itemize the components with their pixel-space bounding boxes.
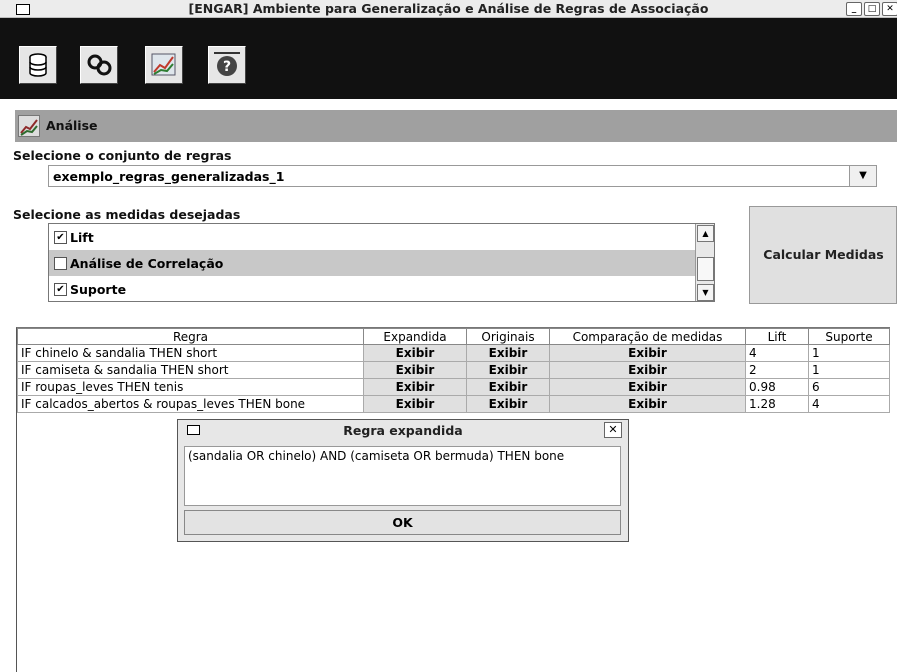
chevron-down-icon[interactable]: ▼ — [849, 166, 876, 186]
table-header-row: Regra Expandida Originais Comparação de … — [17, 328, 890, 345]
measure-item-lift[interactable]: ✔ Lift — [49, 224, 697, 250]
suporte-cell: 1 — [808, 361, 890, 379]
show-comparison-button[interactable]: Exibir — [549, 395, 746, 413]
database-icon — [29, 53, 47, 77]
main-window: [ENGAR] Ambiente para Generalização e An… — [0, 0, 897, 672]
show-expanded-button[interactable]: Exibir — [363, 361, 467, 379]
calculate-measures-button[interactable]: Calcular Medidas — [749, 206, 897, 304]
show-comparison-button[interactable]: Exibir — [549, 361, 746, 379]
expanded-rule-text: (sandalia OR chinelo) AND (camiseta OR b… — [184, 446, 621, 506]
lift-cell: 2 — [745, 361, 809, 379]
rule-cell: IF camiseta & sandalia THEN short — [17, 361, 364, 379]
minimize-button[interactable]: _ — [846, 2, 862, 16]
table-row: IF chinelo & sandalia THEN short Exibir … — [17, 344, 890, 362]
database-tool-button[interactable] — [19, 46, 57, 84]
scroll-up-icon[interactable]: ▲ — [697, 225, 714, 242]
lift-cell: 4 — [745, 344, 809, 362]
correlation-checkbox[interactable] — [54, 257, 67, 270]
table-row: IF camiseta & sandalia THEN short Exibir… — [17, 361, 890, 379]
measure-label: Suporte — [70, 282, 127, 297]
scroll-thumb[interactable] — [697, 257, 714, 281]
toolbar: ? — [0, 18, 897, 99]
analysis-section-icon — [18, 115, 40, 137]
table-row: IF calcados_abertos & roupas_leves THEN … — [17, 395, 890, 413]
help-tool-button[interactable]: ? — [208, 46, 246, 84]
title-bar: [ENGAR] Ambiente para Generalização e An… — [0, 0, 897, 18]
ruleset-select[interactable]: exemplo_regras_generalizadas_1 ▼ — [48, 165, 877, 187]
calculate-measures-label: Calcular Medidas — [763, 247, 884, 262]
column-header-originais[interactable]: Originais — [466, 328, 550, 345]
show-originals-button[interactable]: Exibir — [466, 361, 550, 379]
show-originals-button[interactable]: Exibir — [466, 395, 550, 413]
rules-table: Regra Expandida Originais Comparação de … — [17, 328, 890, 413]
show-originals-button[interactable]: Exibir — [466, 378, 550, 396]
measure-label: Lift — [70, 230, 94, 245]
show-comparison-button[interactable]: Exibir — [549, 344, 746, 362]
suporte-checkbox[interactable]: ✔ — [54, 283, 67, 296]
close-button[interactable]: ✕ — [882, 2, 897, 16]
table-row: IF roupas_leves THEN tenis Exibir Exibir… — [17, 378, 890, 396]
column-header-comparacao[interactable]: Comparação de medidas — [549, 328, 746, 345]
help-icon: ? — [214, 52, 240, 76]
lift-checkbox[interactable]: ✔ — [54, 231, 67, 244]
scroll-down-icon[interactable]: ▼ — [697, 284, 714, 301]
show-expanded-button[interactable]: Exibir — [363, 395, 467, 413]
rule-cell: IF calcados_abertos & roupas_leves THEN … — [17, 395, 364, 413]
maximize-button[interactable]: □ — [864, 2, 880, 16]
svg-text:?: ? — [223, 59, 231, 75]
section-header: Análise — [15, 110, 897, 142]
ruleset-selected-value: exemplo_regras_generalizadas_1 — [53, 169, 285, 184]
ruleset-label: Selecione o conjunto de regras — [13, 148, 232, 163]
show-originals-button[interactable]: Exibir — [466, 344, 550, 362]
analysis-tool-button[interactable] — [145, 46, 183, 84]
measures-scrollbar[interactable]: ▲ ▼ — [695, 224, 714, 301]
column-header-suporte[interactable]: Suporte — [808, 328, 890, 345]
chain-link-icon — [87, 54, 112, 76]
chart-icon — [151, 53, 176, 76]
suporte-cell: 4 — [808, 395, 890, 413]
rule-cell: IF roupas_leves THEN tenis — [17, 378, 364, 396]
show-comparison-button[interactable]: Exibir — [549, 378, 746, 396]
close-icon[interactable]: ✕ — [604, 422, 622, 438]
lift-cell: 1.28 — [745, 395, 809, 413]
column-header-regra[interactable]: Regra — [17, 328, 364, 345]
window-title: [ENGAR] Ambiente para Generalização e An… — [188, 1, 709, 16]
measure-item-suporte[interactable]: ✔ Suporte — [49, 276, 697, 302]
generalize-tool-button[interactable] — [80, 46, 118, 84]
chart-icon — [20, 119, 38, 136]
section-title: Análise — [46, 118, 98, 133]
measures-label: Selecione as medidas desejadas — [13, 207, 241, 222]
measure-item-correlation[interactable]: Análise de Correlação — [49, 250, 697, 276]
ok-button[interactable]: OK — [184, 510, 621, 535]
column-header-expandida[interactable]: Expandida — [363, 328, 467, 345]
measure-label: Análise de Correlação — [70, 256, 224, 271]
lift-cell: 0.98 — [745, 378, 809, 396]
dialog-title: Regra expandida — [343, 423, 463, 438]
suporte-cell: 1 — [808, 344, 890, 362]
column-header-lift[interactable]: Lift — [745, 328, 809, 345]
suporte-cell: 6 — [808, 378, 890, 396]
show-expanded-button[interactable]: Exibir — [363, 378, 467, 396]
measures-list: ✔ Lift Análise de Correlação ✔ Suporte ▲… — [48, 223, 715, 302]
expanded-rule-dialog: Regra expandida ✕ (sandalia OR chinelo) … — [177, 419, 629, 542]
rule-cell: IF chinelo & sandalia THEN short — [17, 344, 364, 362]
dialog-title-bar[interactable]: Regra expandida ✕ — [178, 420, 628, 440]
show-expanded-button[interactable]: Exibir — [363, 344, 467, 362]
